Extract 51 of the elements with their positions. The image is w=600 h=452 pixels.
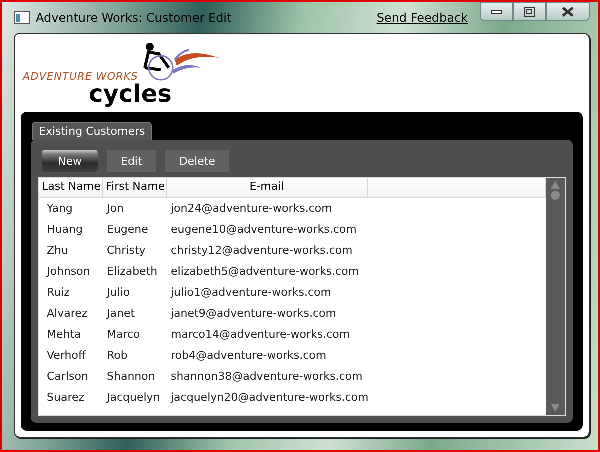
table-cell-text: Mehta (46, 328, 82, 341)
table-cell-text: Eugene (106, 223, 150, 236)
table-cell-text: elizabeth5@adventure-works.com (170, 265, 360, 278)
table-cell-text: Christy (106, 244, 147, 257)
table-cell-text: Johnson (46, 265, 92, 278)
close-button[interactable] (546, 2, 590, 21)
logo-drawing: ADVENTURE WORKS cycles (21, 40, 221, 108)
table-cell-text: Yang (46, 202, 74, 215)
new-button[interactable]: New (42, 150, 98, 172)
maximize-icon (524, 6, 535, 16)
table-cell-text: janet9@adventure-works.com (170, 307, 338, 320)
table-cell-text: Jon (106, 202, 125, 215)
tab[interactable]: Existing Customers (32, 122, 152, 140)
scrollbar[interactable] (546, 178, 565, 415)
table-cell-text: Suarez (46, 391, 86, 404)
column-header[interactable]: E-mail (167, 178, 368, 197)
close-icon (562, 6, 574, 16)
table-cell-text: Shannon (106, 370, 156, 383)
maximize-button[interactable] (513, 2, 546, 21)
table-cell-text: Alvarez (46, 307, 89, 320)
table-cell-text: marco14@adventure-works.com (170, 328, 352, 341)
feedback-link[interactable]: Send Feedback (376, 10, 468, 24)
scroll-down-icon[interactable] (551, 404, 560, 412)
scroll-up-icon[interactable] (551, 181, 560, 189)
table-cell-text: julio1@adventure-works.com (170, 286, 332, 299)
table-cell-text: jacquelyn20@adventure-works.com (170, 391, 368, 404)
table-cell-text: Verhoff (46, 349, 88, 362)
table-cell-text: christy12@adventure-works.com (170, 244, 354, 257)
table-cell-text: Zhu (46, 244, 70, 257)
delete-button[interactable]: Delete (165, 150, 230, 172)
table-cell-text: Ruiz (46, 286, 71, 299)
column-header[interactable]: Last Name (39, 178, 103, 197)
column-header[interactable]: First Name (103, 178, 167, 197)
window-title: Adventure Works: Customer Edit (36, 10, 233, 24)
edit-button[interactable]: Edit (107, 150, 156, 172)
table-cell-text: Carlson (46, 370, 90, 383)
table-cell-text: Marco (106, 328, 142, 341)
table-cell-text: jon24@adventure-works.com (170, 202, 334, 215)
table-cell-text: eugene10@adventure-works.com (170, 223, 358, 236)
table-cell-text: Huang (46, 223, 84, 236)
minimize-icon (491, 10, 502, 14)
window-icon (14, 11, 30, 24)
table-cell-text: rob4@adventure-works.com (170, 349, 328, 362)
table-cell-text: shannon38@adventure-works.com (170, 370, 364, 383)
table-cell-text: Rob (106, 349, 129, 362)
scroll-thumb[interactable] (551, 191, 560, 200)
minimize-button[interactable] (480, 2, 513, 21)
table-cell-text: Jacquelyn (106, 391, 162, 404)
table-cell-text: Julio (106, 286, 132, 299)
table-cell-text: Elizabeth (106, 265, 159, 278)
table-cell-text: Janet (106, 307, 136, 320)
